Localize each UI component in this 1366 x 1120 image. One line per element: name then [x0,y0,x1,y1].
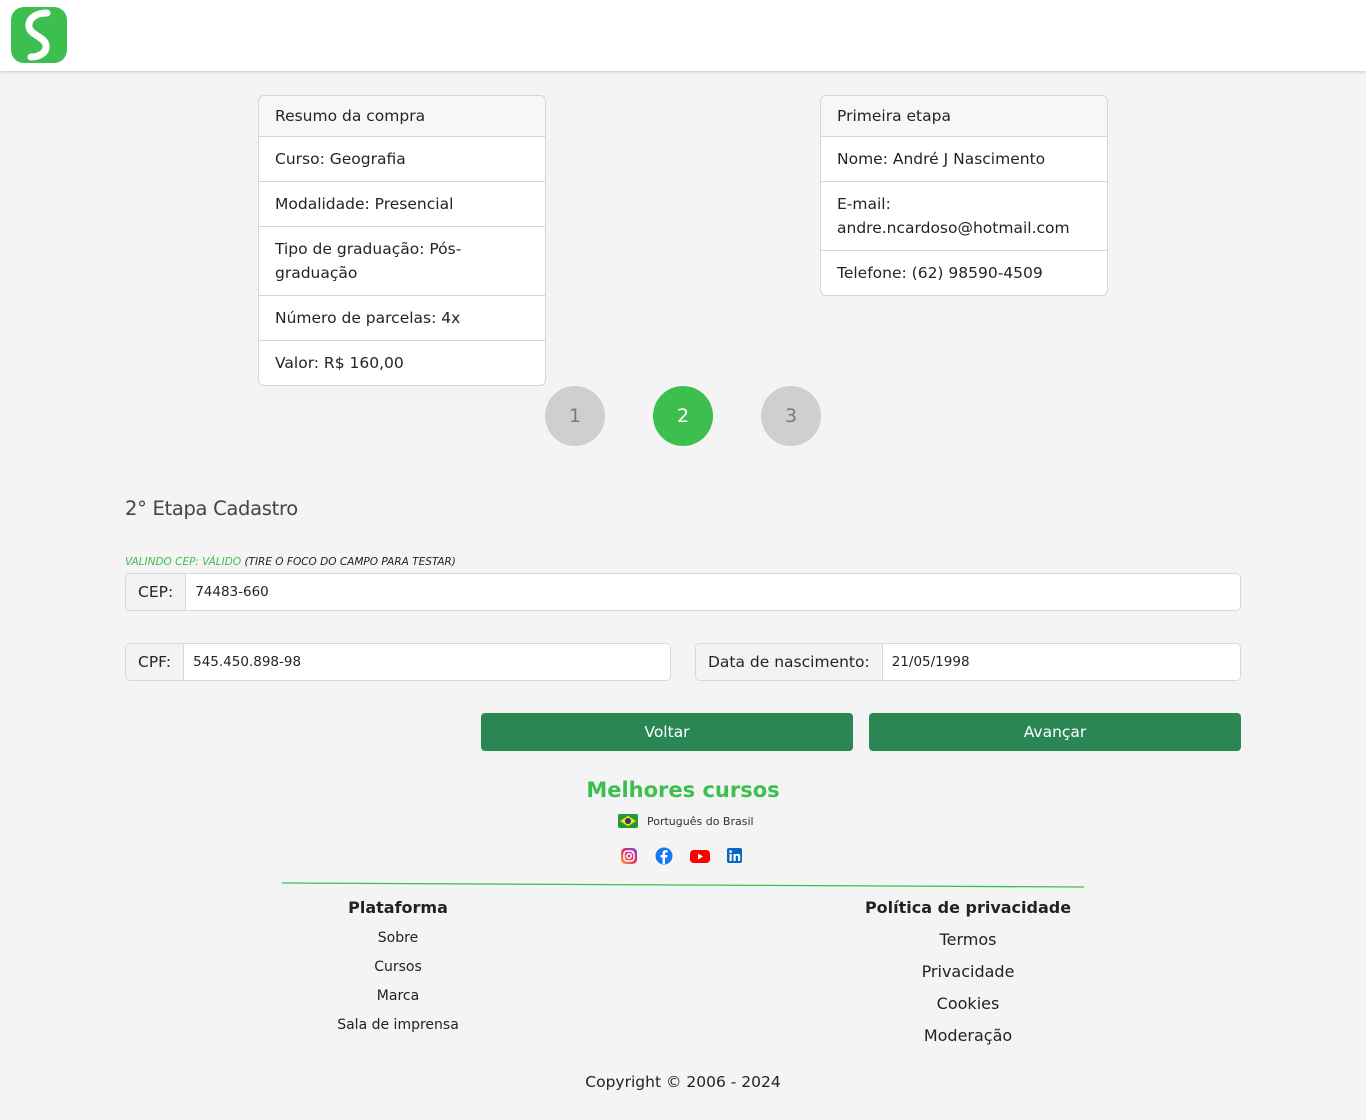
cep-input[interactable] [186,574,1240,610]
footer-privacy-column: Política de privacidade Termos Privacida… [848,898,1088,1052]
logo-icon[interactable] [11,7,67,63]
footer-link-press-room[interactable]: Sala de imprensa [298,1011,498,1040]
birth-date-input-group: Data de nascimento: [695,643,1241,681]
summary-installments: Número de parcelas: 4x [259,296,545,341]
first-step-name: Nome: André J Nascimento [821,137,1107,182]
footer-platform-column: Plataforma Sobre Cursos Marca Sala de im… [298,898,498,1040]
footer-platform-title: Plataforma [348,898,448,917]
first-step-card: Primeira etapa Nome: André J Nascimento … [820,95,1108,296]
step-2-active[interactable]: 2 [653,386,713,446]
summary-course: Curso: Geografia [259,137,545,182]
linkedin-icon[interactable] [726,847,744,865]
cep-status-text: Valindo CEP: Válido [125,556,242,568]
back-button[interactable]: Voltar [481,713,853,751]
top-header [0,0,1366,71]
summary-modality: Modalidade: Presencial [259,182,545,227]
footer-divider [282,882,1084,888]
first-step-email: E-mail: andre.ncardoso@hotmail.com [821,182,1107,251]
footer-link-about[interactable]: Sobre [298,924,498,953]
form-title: 2° Etapa Cadastro [125,497,298,520]
summary-card: Resumo da compra Curso: Geografia Modali… [258,95,546,386]
summary-card-title: Resumo da compra [259,96,545,137]
next-button[interactable]: Avançar [869,713,1241,751]
first-step-phone: Telefone: (62) 98590-4509 [837,264,1043,282]
footer-link-moderation[interactable]: Moderação [848,1020,1088,1052]
language-selector[interactable]: Português do Brasil [618,814,754,828]
cep-validation-status: Valindo CEP: Válido (Tire o foco do camp… [125,556,456,568]
copyright-text: Copyright © 2006 - 2024 [585,1073,781,1091]
footer-brand: Melhores cursos [586,778,780,802]
footer-link-privacy[interactable]: Privacidade [848,956,1088,988]
birth-date-input[interactable] [882,644,1240,680]
step-1[interactable]: 1 [545,386,605,446]
cpf-input-group: CPF: [125,643,671,681]
youtube-icon[interactable] [689,847,711,865]
language-label: Português do Brasil [647,814,754,828]
footer-link-terms[interactable]: Termos [848,924,1088,956]
instagram-icon[interactable] [620,847,638,865]
cpf-label: CPF: [126,644,185,680]
step-3[interactable]: 3 [761,386,821,446]
birth-date-label: Data de nascimento: [696,644,883,680]
summary-degree-type: Tipo de graduação: Pós-graduação [259,227,545,296]
cpf-input[interactable] [184,644,670,680]
footer-link-courses[interactable]: Cursos [298,953,498,982]
footer-link-cookies[interactable]: Cookies [848,988,1088,1020]
footer-privacy-title: Política de privacidade [864,898,1072,917]
summary-price: Valor: R$ 160,00 [275,354,404,372]
brazil-flag-icon [618,814,638,828]
footer-link-brand[interactable]: Marca [298,982,498,1011]
first-step-card-title: Primeira etapa [821,96,1107,137]
cep-input-group: CEP: [125,573,1241,611]
cep-status-hint: (Tire o foco do campo para testar) [244,556,456,568]
facebook-icon[interactable] [655,847,673,865]
cep-label: CEP: [126,574,187,610]
